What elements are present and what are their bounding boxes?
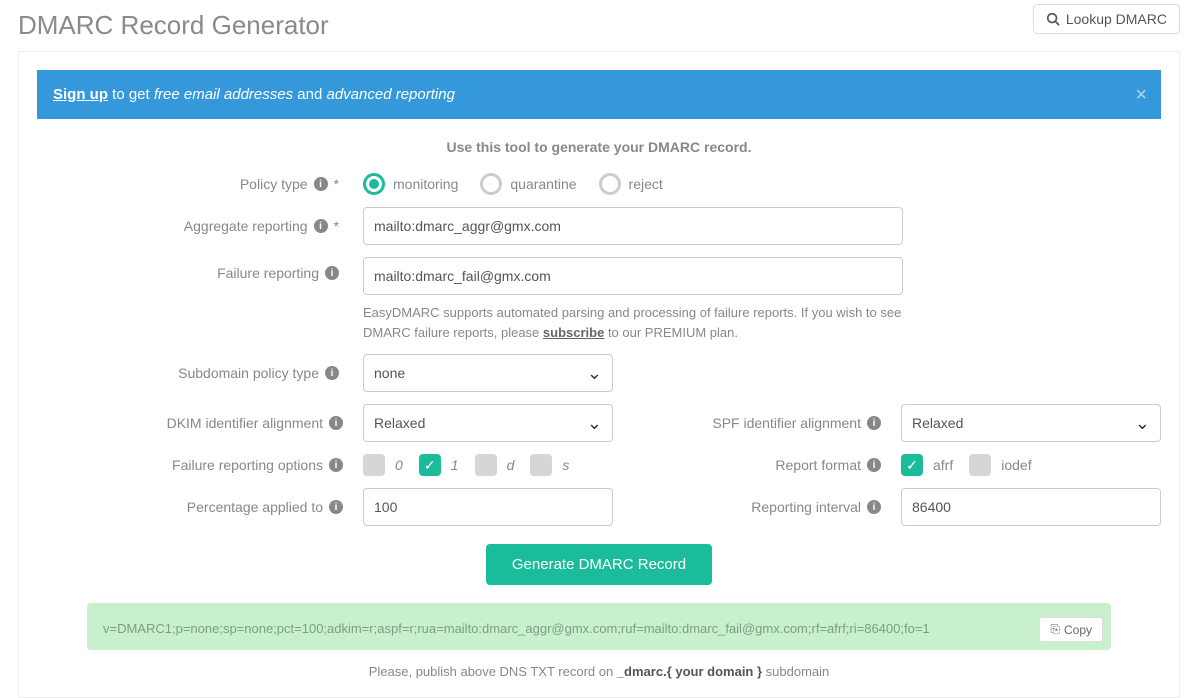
spf-alignment-select[interactable]: Relaxed ⌄ — [901, 404, 1161, 442]
spf-alignment-label: SPF identifier alignment — [712, 415, 861, 431]
percentage-label: Percentage applied to — [187, 499, 323, 515]
failure-opt-d-checkbox[interactable] — [475, 454, 497, 476]
chevron-down-icon: ⌄ — [1135, 413, 1150, 434]
result-output: v=DMARC1;p=none;sp=none;pct=100;adkim=r;… — [87, 603, 1111, 650]
page-title: DMARC Record Generator — [18, 10, 329, 41]
result-text: v=DMARC1;p=none;sp=none;pct=100;adkim=r;… — [103, 621, 930, 636]
policy-type-label: Policy type — [240, 176, 308, 192]
signup-link[interactable]: Sign up — [53, 86, 108, 103]
publish-note: Please, publish above DNS TXT record on … — [37, 664, 1161, 679]
info-icon[interactable]: i — [867, 416, 881, 430]
chevron-down-icon: ⌄ — [587, 363, 602, 384]
report-format-afrf-checkbox[interactable]: ✓ — [901, 454, 923, 476]
failure-reporting-label: Failure reporting — [217, 265, 319, 281]
failure-options-label: Failure reporting options — [172, 457, 323, 473]
main-panel: Sign up to get free email addresses and … — [18, 51, 1180, 698]
info-icon[interactable]: i — [325, 266, 339, 280]
search-icon — [1046, 12, 1060, 26]
generate-button[interactable]: Generate DMARC Record — [486, 544, 712, 585]
info-icon[interactable]: i — [329, 500, 343, 514]
info-icon[interactable]: i — [867, 500, 881, 514]
copy-icon: ⎘ — [1050, 622, 1060, 637]
close-icon[interactable]: × — [1135, 84, 1147, 107]
percentage-input[interactable] — [363, 488, 613, 526]
info-icon[interactable]: i — [867, 458, 881, 472]
signup-alert: Sign up to get free email addresses and … — [37, 70, 1161, 119]
report-format-iodef-checkbox[interactable] — [969, 454, 991, 476]
chevron-down-icon: ⌄ — [587, 413, 602, 434]
info-icon[interactable]: i — [325, 366, 339, 380]
report-format-label: Report format — [775, 457, 861, 473]
failure-help-text: EasyDMARC supports automated parsing and… — [363, 303, 903, 342]
policy-monitoring-radio[interactable]: monitoring — [363, 173, 458, 195]
info-icon[interactable]: i — [329, 416, 343, 430]
info-icon[interactable]: i — [314, 219, 328, 233]
lookup-dmarc-button[interactable]: Lookup DMARC — [1033, 4, 1180, 34]
subdomain-policy-select[interactable]: none ⌄ — [363, 354, 613, 392]
dkim-alignment-label: DKIM identifier alignment — [167, 415, 323, 431]
failure-opt-1-checkbox[interactable]: ✓ — [419, 454, 441, 476]
subscribe-link[interactable]: subscribe — [543, 325, 604, 340]
dkim-alignment-select[interactable]: Relaxed ⌄ — [363, 404, 613, 442]
copy-button[interactable]: ⎘ Copy — [1039, 617, 1103, 642]
info-icon[interactable]: i — [314, 177, 328, 191]
policy-reject-radio[interactable]: reject — [599, 173, 663, 195]
policy-quarantine-radio[interactable]: quarantine — [480, 173, 576, 195]
reporting-interval-input[interactable] — [901, 488, 1161, 526]
aggregate-reporting-input[interactable] — [363, 207, 903, 245]
failure-opt-0-checkbox[interactable] — [363, 454, 385, 476]
intro-text: Use this tool to generate your DMARC rec… — [37, 139, 1161, 155]
reporting-interval-label: Reporting interval — [751, 499, 861, 515]
failure-reporting-input[interactable] — [363, 257, 903, 295]
subdomain-policy-label: Subdomain policy type — [178, 365, 319, 381]
info-icon[interactable]: i — [329, 458, 343, 472]
failure-opt-s-checkbox[interactable] — [530, 454, 552, 476]
aggregate-reporting-label: Aggregate reporting — [184, 218, 308, 234]
lookup-dmarc-label: Lookup DMARC — [1066, 11, 1167, 27]
